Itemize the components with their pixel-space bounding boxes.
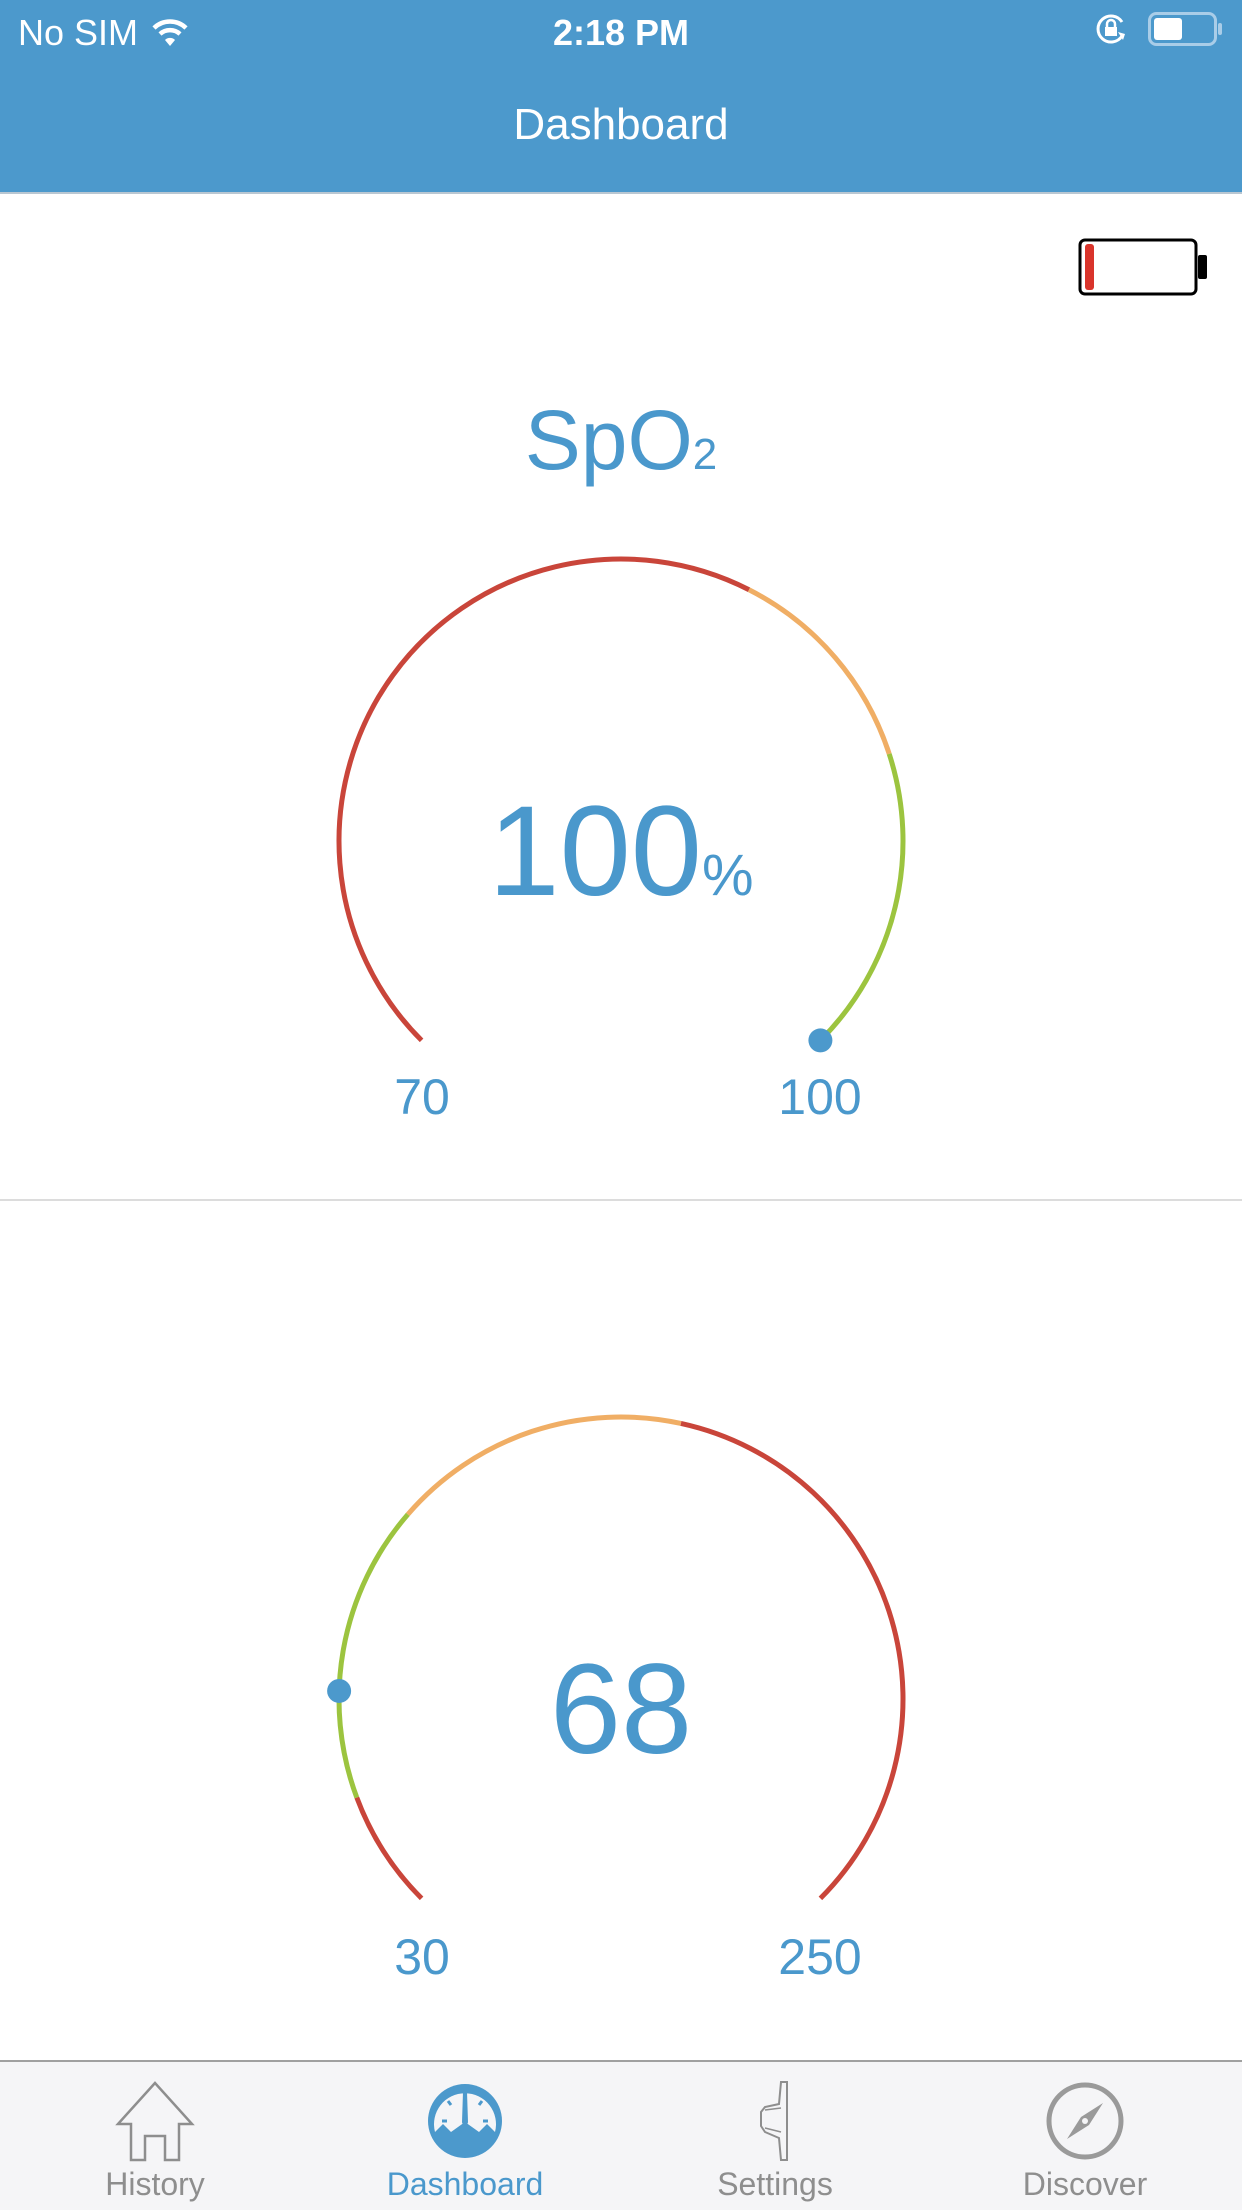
house-icon	[115, 2081, 195, 2162]
gauge-indicator-dot	[808, 1028, 833, 1053]
navigation-bar: Dashboard	[0, 62, 1242, 194]
tab-settings[interactable]: Settings	[620, 2062, 930, 2210]
tab-discover[interactable]: Discover	[930, 2062, 1240, 2210]
wrench-icon	[760, 2081, 788, 2161]
status-bar: No SIM 2:18 PM	[0, 0, 1242, 62]
gauge-zone-arc	[405, 1414, 682, 1516]
section-divider	[0, 1199, 1242, 1201]
spo2-value: 100%	[488, 780, 754, 923]
gauge-zone-arc	[747, 587, 892, 755]
page-title: Dashboard	[513, 100, 729, 149]
spo2-max-label: 100	[778, 1069, 862, 1125]
spo2-min-label: 70	[394, 1069, 450, 1125]
pulse-value: 68	[549, 1638, 693, 1781]
compass-icon	[1046, 2082, 1124, 2160]
pulse-max-label: 250	[778, 1929, 862, 1985]
gauge-zone-arc	[354, 1796, 424, 1901]
battery-icon	[1148, 12, 1222, 46]
gauge-title-spo2: SpO2	[524, 393, 718, 487]
tab-history[interactable]: History	[0, 2062, 310, 2210]
speedometer-icon	[428, 2084, 502, 2158]
status-time: 2:18 PM	[552, 12, 690, 53]
orientation-lock-icon	[1096, 14, 1125, 44]
device-battery-icon	[1078, 238, 1207, 296]
tab-bar: History Dashboard Settings Discover	[0, 2060, 1242, 2210]
tab-dashboard[interactable]: Dashboard	[310, 2062, 620, 2210]
pulse-min-label: 30	[394, 1929, 450, 1985]
